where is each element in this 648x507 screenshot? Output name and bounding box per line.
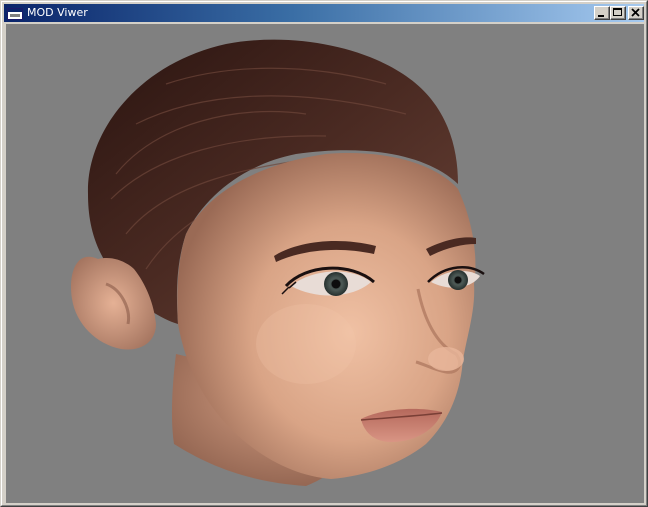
title-bar[interactable]: MOD Viwer — [4, 4, 644, 22]
app-window-icon[interactable] — [7, 6, 23, 20]
maximize-button[interactable] — [610, 6, 626, 20]
window-frame: MOD Viwer — [1, 1, 647, 506]
minimize-icon — [598, 15, 604, 17]
head-model-render[interactable] — [6, 24, 644, 503]
close-button[interactable] — [628, 6, 644, 20]
maximize-icon — [613, 8, 622, 16]
minimize-button[interactable] — [594, 6, 610, 20]
window-title: MOD Viwer — [27, 6, 88, 19]
render-viewport[interactable] — [6, 24, 644, 503]
application-window: MOD Viwer — [0, 0, 648, 507]
close-icon — [631, 8, 640, 17]
